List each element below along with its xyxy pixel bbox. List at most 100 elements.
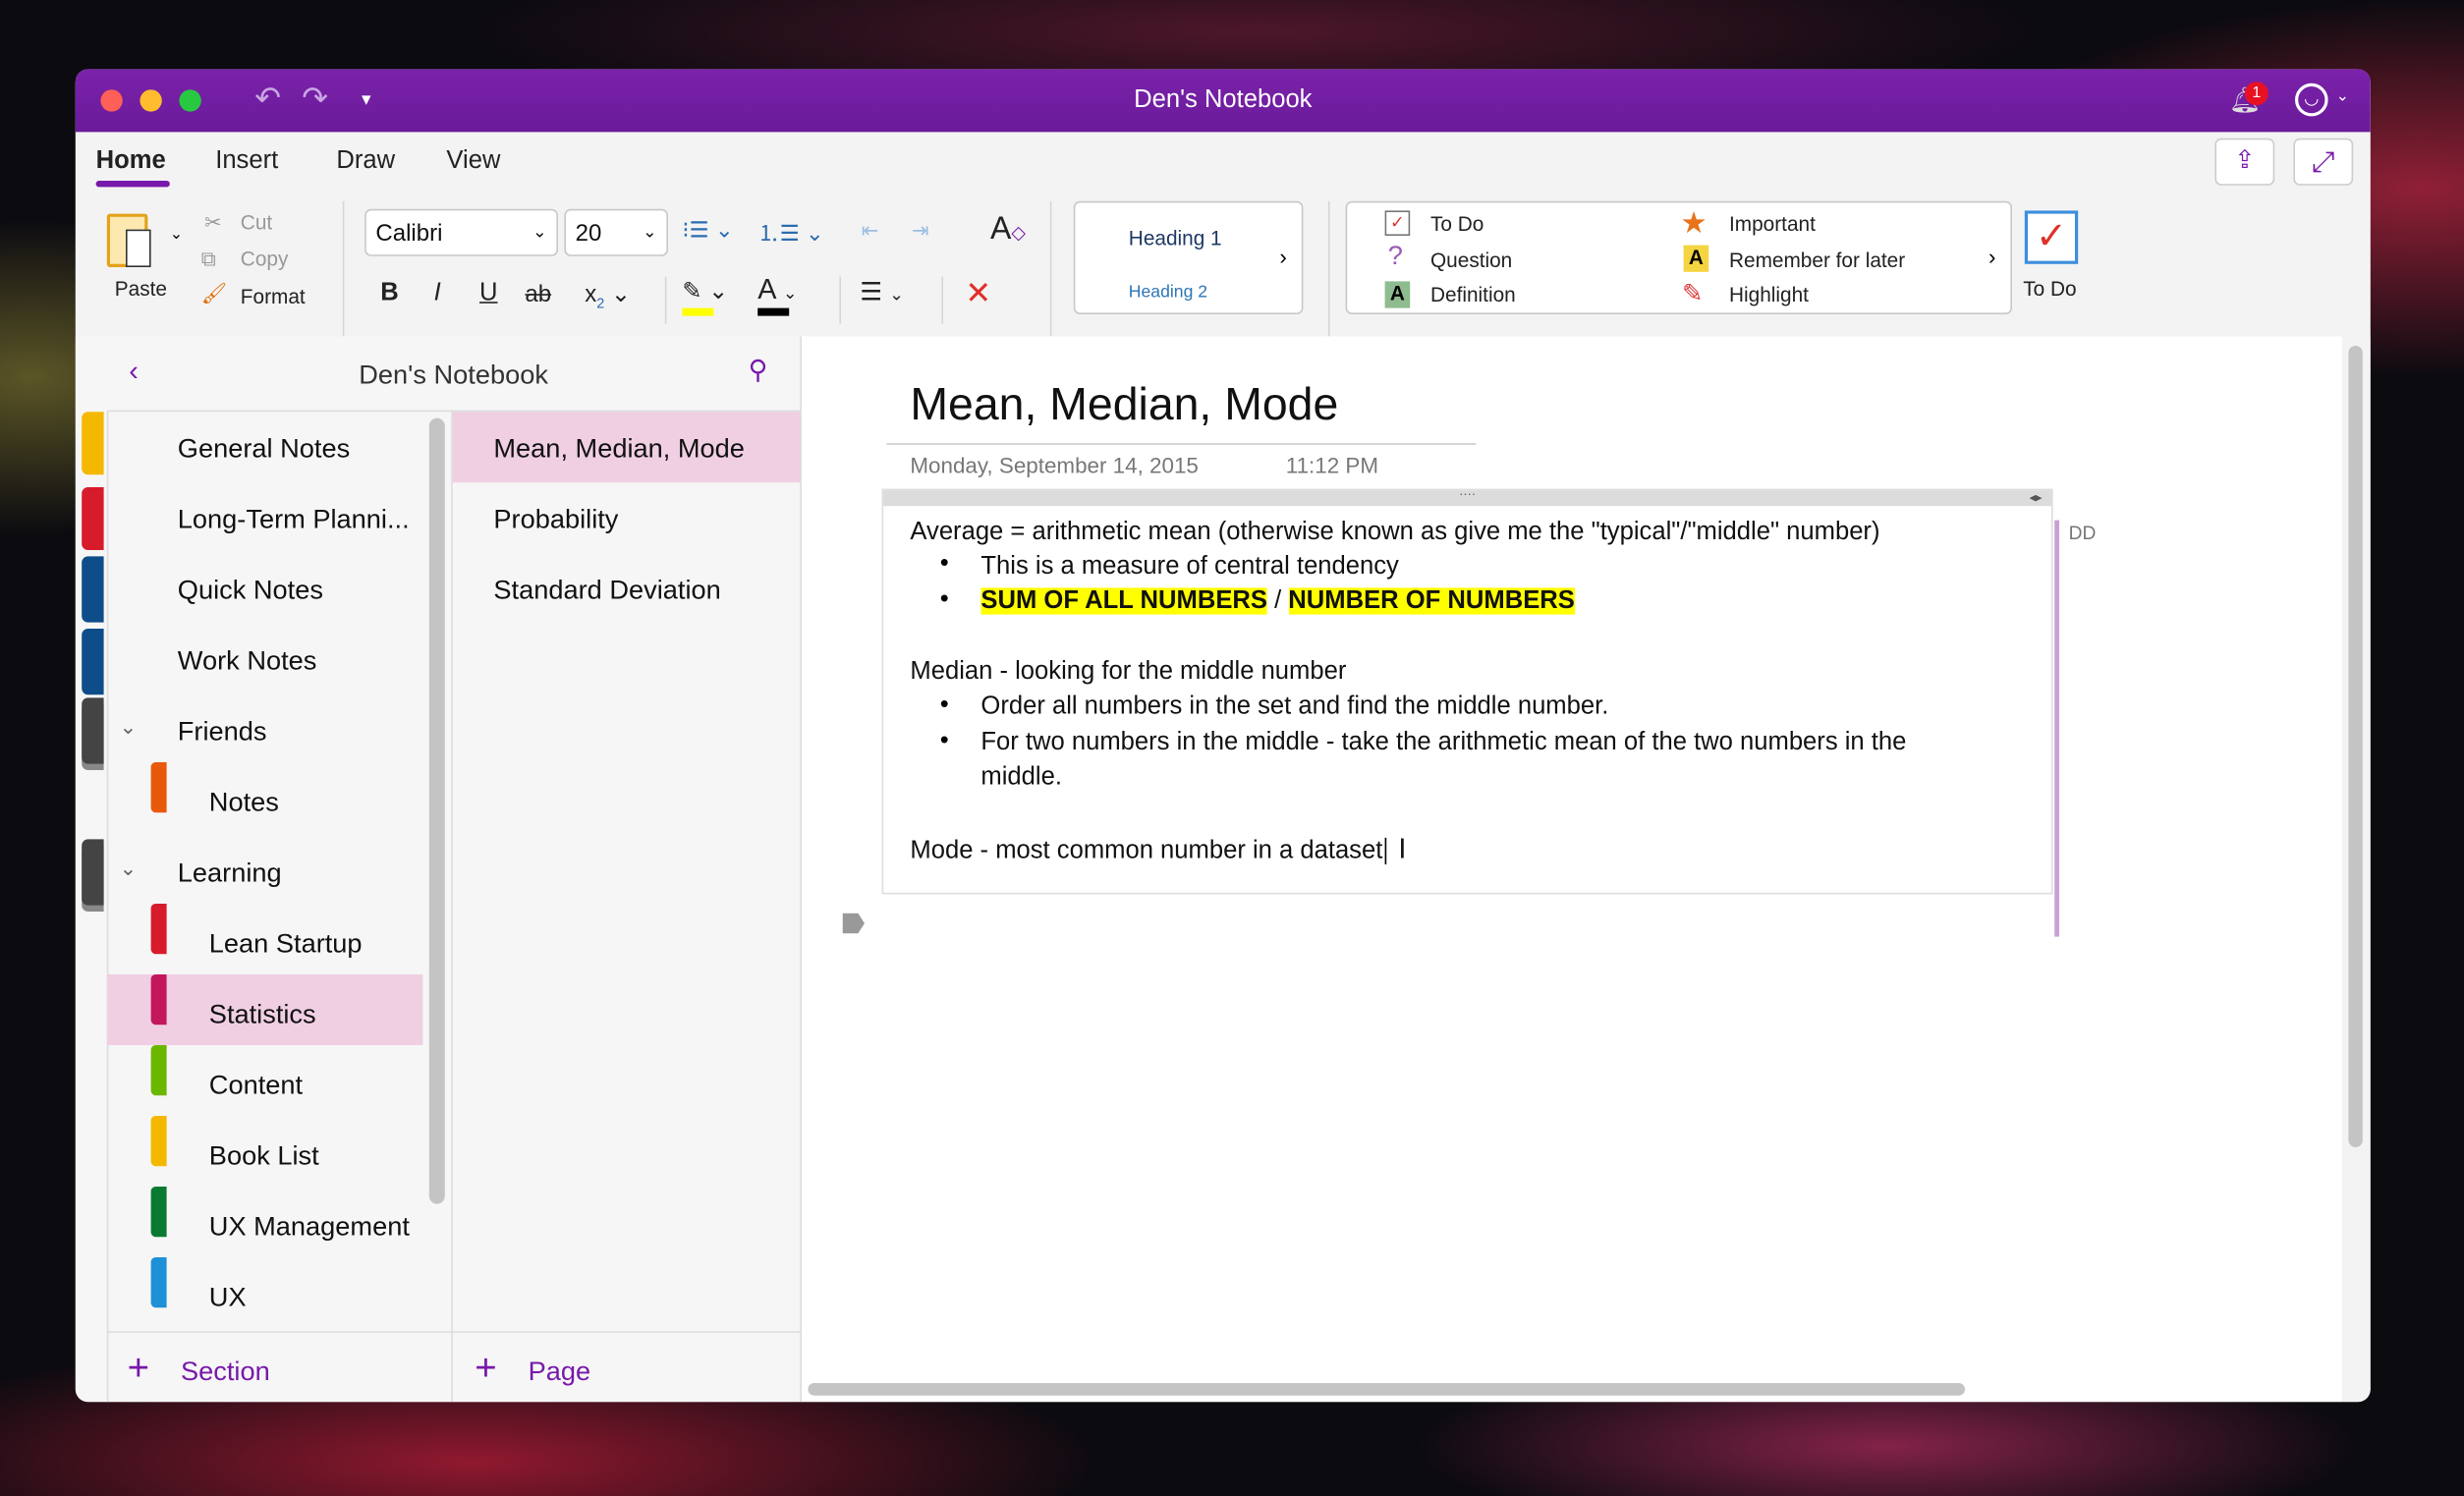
section-general-notes[interactable]: General Notes: [178, 434, 350, 466]
paste-icon[interactable]: [106, 213, 151, 267]
section-long-term-planning[interactable]: Long-Term Planni...: [178, 505, 410, 536]
bullet-list-icon[interactable]: ⁝☰ ⌄: [682, 217, 733, 244]
tab-view[interactable]: View: [446, 147, 500, 176]
note-line-median[interactable]: Median - looking for the middle number: [910, 658, 1346, 687]
page-probability[interactable]: Probability: [493, 505, 618, 536]
bold-button[interactable]: B: [380, 280, 399, 308]
todo-tag-button[interactable]: ✓: [2024, 210, 2079, 264]
font-color-button[interactable]: A ⌄: [757, 273, 798, 316]
section-color-tab: [150, 1045, 167, 1096]
page-canvas[interactable]: Mean, Median, Mode Monday, September 14,…: [802, 336, 2342, 1403]
paragraph-alignment-button[interactable]: ☰ ⌄: [860, 277, 904, 308]
bullet: •: [939, 727, 949, 754]
section-notes[interactable]: Notes: [209, 788, 279, 819]
fullscreen-button[interactable]: ⤢: [2293, 138, 2354, 186]
notebook-tab[interactable]: [82, 412, 104, 475]
tags-more-icon[interactable]: ›: [1988, 244, 1995, 269]
clear-formatting-icon[interactable]: A◇: [990, 212, 1026, 249]
note-line-two-numbers-cont[interactable]: middle.: [980, 764, 1062, 793]
highlighted-text: NUMBER OF NUMBERS: [1288, 587, 1575, 615]
font-size-select[interactable]: 20 ⌄: [564, 208, 668, 256]
style-heading-1[interactable]: Heading 1: [1129, 226, 1222, 249]
section-work-notes[interactable]: Work Notes: [178, 646, 317, 678]
section-color-tab: [150, 974, 167, 1025]
container-drag-handle[interactable]: ···· ◂▸: [883, 488, 2052, 507]
section-content[interactable]: Content: [209, 1071, 303, 1102]
highlighted-text: SUM OF ALL NUMBERS: [980, 587, 1267, 615]
section-ux-management[interactable]: UX Management: [209, 1212, 410, 1244]
page-standard-deviation[interactable]: Standard Deviation: [493, 576, 720, 607]
section-book-list[interactable]: Book List: [209, 1141, 319, 1173]
notebook-tab[interactable]: [82, 556, 104, 623]
author-initials: DD: [2068, 522, 2097, 544]
underline-button[interactable]: U: [479, 280, 498, 308]
italic-button[interactable]: I: [434, 280, 441, 308]
note-line-formula[interactable]: SUM OF ALL NUMBERS / NUMBER OF NUMBERS: [980, 587, 1575, 616]
section-quick-notes[interactable]: Quick Notes: [178, 576, 323, 607]
share-button[interactable]: ⇪: [2214, 138, 2275, 186]
chevron-down-icon[interactable]: ⌄: [120, 715, 137, 741]
format-painter-button[interactable]: Format: [241, 285, 306, 308]
page-mean-median-mode[interactable]: Mean, Median, Mode: [493, 434, 745, 466]
tag-highlight[interactable]: Highlight: [1729, 283, 1809, 306]
add-page-button[interactable]: Page: [529, 1357, 591, 1388]
notebook-tab[interactable]: [82, 697, 104, 764]
note-line-average[interactable]: Average = arithmetic mean (otherwise kno…: [910, 519, 1879, 547]
tag-question[interactable]: Question: [1430, 249, 1512, 272]
page-list: Mean, Median, Mode Probability Standard …: [452, 412, 801, 1331]
delete-icon[interactable]: ✕: [965, 273, 991, 312]
note-line-two-numbers[interactable]: For two numbers in the middle - take the…: [980, 729, 1906, 757]
tag-to-do[interactable]: To Do: [1430, 212, 1484, 236]
section-lean-startup[interactable]: Lean Startup: [209, 929, 363, 961]
page-date: Monday, September 14, 2015: [910, 452, 1199, 478]
styles-gallery: Heading 1 Heading 2 ›: [1073, 200, 1304, 314]
numbered-list-icon[interactable]: ⒈☰ ⌄: [757, 217, 823, 249]
subscript-button[interactable]: x2 ⌄: [585, 280, 631, 310]
remember-icon: A: [1683, 245, 1709, 272]
section-list-scrollbar[interactable]: [428, 417, 445, 1204]
font-family-select[interactable]: Calibri ⌄: [364, 208, 558, 256]
decrease-indent-icon[interactable]: ⇤: [862, 218, 878, 244]
notebook-tab[interactable]: [82, 839, 104, 906]
search-icon[interactable]: ⚲: [749, 356, 768, 387]
note-line-mode[interactable]: Mode - most common number in a dataset​ I: [910, 833, 1406, 866]
section-ux[interactable]: UX: [209, 1283, 247, 1314]
chevron-down-icon[interactable]: ⌄: [120, 857, 137, 882]
vertical-scrollbar[interactable]: [2348, 346, 2363, 1147]
note-container[interactable]: ···· ◂▸ Average = arithmetic mean (otherw…: [881, 488, 2053, 895]
todo-tag-label: To Do: [2023, 276, 2077, 301]
cut-button[interactable]: Cut: [241, 210, 272, 234]
add-section-button[interactable]: Section: [181, 1357, 270, 1388]
page-time: 11:12 PM: [1285, 452, 1379, 478]
star-icon: ★: [1680, 207, 1708, 241]
smiley-feedback-icon[interactable]: ◡: [2295, 83, 2328, 117]
note-line-central-tendency[interactable]: This is a measure of central tendency: [980, 553, 1398, 582]
tag-important[interactable]: Important: [1729, 212, 1816, 236]
section-group-friends[interactable]: Friends: [178, 717, 267, 748]
paste-button[interactable]: Paste: [115, 277, 167, 301]
tab-insert[interactable]: Insert: [215, 147, 278, 176]
tag-remember-for-later[interactable]: Remember for later: [1729, 249, 1905, 272]
strikethrough-button[interactable]: ab: [525, 281, 551, 307]
notebook-tab[interactable]: [82, 629, 104, 695]
notebook-title[interactable]: Den's Notebook: [107, 360, 801, 391]
highlight-color-button[interactable]: ✎ ⌄: [682, 277, 728, 316]
tag-definition[interactable]: Definition: [1430, 283, 1516, 306]
tab-draw[interactable]: Draw: [336, 147, 395, 176]
chevron-down-icon[interactable]: ⌄: [2336, 88, 2349, 106]
note-line-order[interactable]: Order all numbers in the set and find th…: [980, 693, 1608, 722]
page-title[interactable]: Mean, Median, Mode: [910, 380, 1338, 432]
notebook-tab[interactable]: [82, 487, 104, 550]
horizontal-scrollbar[interactable]: [808, 1383, 1965, 1396]
copy-button[interactable]: Copy: [241, 247, 289, 270]
section-statistics[interactable]: Statistics: [209, 1000, 316, 1031]
definition-icon: A: [1384, 281, 1411, 308]
tab-home[interactable]: Home: [96, 147, 166, 176]
title-bar: ↶ ↷ ▾ Den's Notebook 🔔︎ 1 ◡ ⌄: [75, 69, 2371, 133]
paste-dropdown-icon[interactable]: ⌄: [170, 226, 183, 244]
section-group-learning[interactable]: Learning: [178, 859, 282, 890]
increase-indent-icon[interactable]: ⇥: [912, 218, 928, 244]
styles-more-icon[interactable]: ›: [1279, 244, 1286, 269]
style-heading-2[interactable]: Heading 2: [1129, 283, 1207, 302]
paragraph-handle-icon[interactable]: [842, 913, 865, 934]
